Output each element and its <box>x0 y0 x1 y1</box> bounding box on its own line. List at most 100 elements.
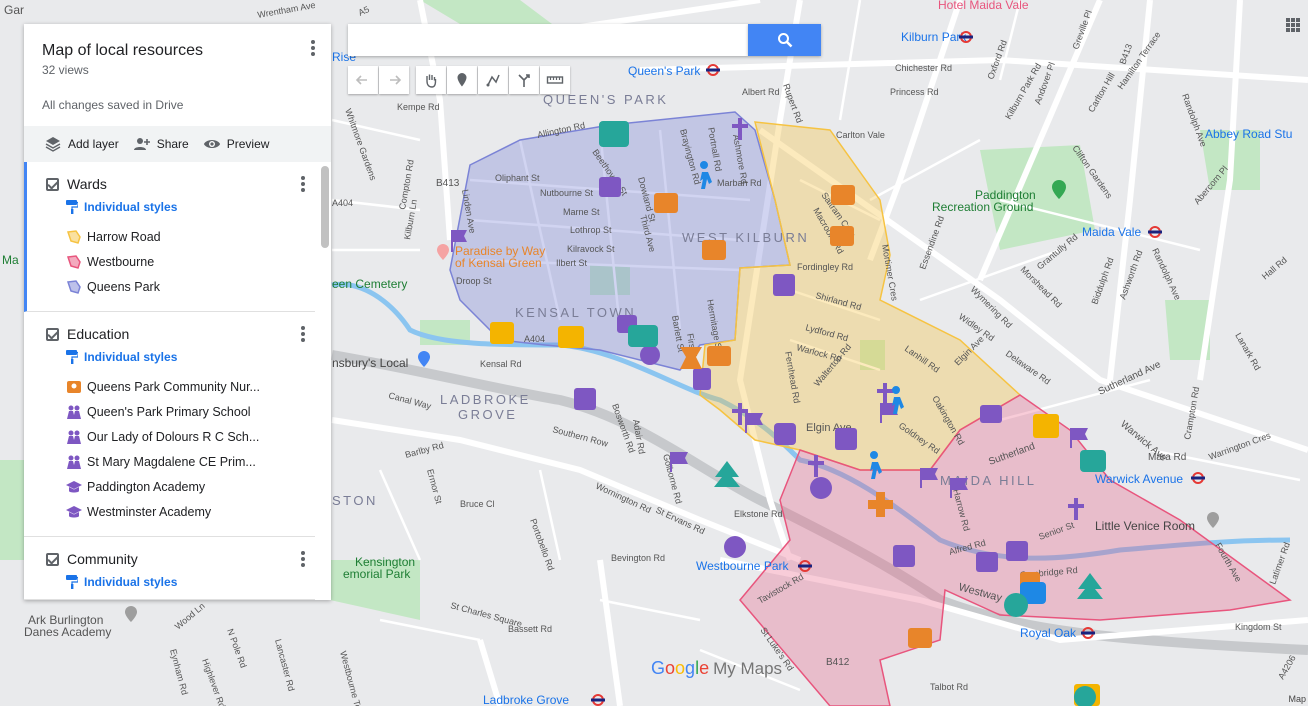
nursery-icon <box>908 628 932 648</box>
graduation-cap-icon <box>66 505 82 517</box>
logo-letter: o <box>675 658 686 678</box>
directions-icon <box>518 74 530 87</box>
road-label: Marban Rd <box>717 178 762 188</box>
road-label: Talbot Rd <box>930 682 968 692</box>
layer-name[interactable]: Education <box>67 326 129 342</box>
list-item[interactable]: Queens Park <box>46 274 315 299</box>
layer-options-menu-icon[interactable] <box>297 176 309 196</box>
individual-styles-label: Individual styles <box>84 575 178 589</box>
list-item[interactable]: Harrow Road <box>46 224 315 249</box>
place-label: Hotel Maida Vale <box>938 0 1029 12</box>
undo-icon <box>355 75 367 85</box>
layer-name[interactable]: Community <box>67 551 138 567</box>
place-label: Ma <box>2 253 19 267</box>
pan-tool-button[interactable] <box>416 66 446 94</box>
book-icon <box>558 326 584 348</box>
nursery-icon <box>707 346 731 366</box>
list-item[interactable]: Westbourne <box>46 249 315 274</box>
road-label: Oliphant St <box>495 173 540 183</box>
layer-education: Education Individual styles Queens Park … <box>24 312 315 537</box>
draw-line-button[interactable] <box>478 66 508 94</box>
map-title[interactable]: Map of local resources <box>42 42 313 60</box>
nursery-icon <box>654 193 678 213</box>
individual-styles-label: Individual styles <box>84 350 178 364</box>
search-button[interactable] <box>748 24 821 56</box>
layer-visibility-checkbox[interactable] <box>46 327 59 341</box>
list-item[interactable]: Our Lady of Dolours R C Sch... <box>46 424 315 449</box>
list-item[interactable]: Queen's Park Primary School <box>46 399 315 424</box>
share-button[interactable]: Share <box>133 135 189 153</box>
children-icon <box>1006 541 1028 561</box>
redo-icon <box>390 75 402 85</box>
layer-name[interactable]: Wards <box>67 176 107 192</box>
road-label: Albert Rd <box>742 87 780 97</box>
road-label: B412 <box>826 657 850 668</box>
grid-icon[interactable] <box>1286 18 1300 32</box>
children-icon <box>693 368 711 390</box>
item-label: Westminster Academy <box>87 504 212 519</box>
add-person-icon <box>133 138 150 150</box>
place-label: een Cemetery <box>332 277 407 291</box>
individual-styles-link[interactable]: Individual styles <box>66 575 315 589</box>
paint-roller-icon <box>66 350 78 364</box>
layer-options-menu-icon[interactable] <box>297 551 309 571</box>
map-options-menu-icon[interactable] <box>307 40 319 60</box>
place-label: Gar <box>4 3 24 17</box>
community-icon <box>599 121 629 147</box>
children-icon <box>67 430 81 444</box>
place-label: of Kensal Green <box>455 256 542 270</box>
road-label: Kensal Rd <box>480 359 522 369</box>
add-marker-button[interactable] <box>447 66 477 94</box>
place-label: nsbury's Local <box>332 356 408 370</box>
road-label: Droop St <box>456 276 492 286</box>
redo-button[interactable] <box>379 66 409 94</box>
list-item[interactable]: Queens Park Community Nur... <box>46 374 315 399</box>
palette-icon <box>810 477 832 499</box>
layer-visibility-checkbox[interactable] <box>46 552 59 566</box>
panel-toolbar: Add layer Share Preview <box>24 126 331 162</box>
road-label: B413 <box>436 178 460 189</box>
nursery-icon <box>830 226 854 246</box>
polygon-icon <box>66 279 81 294</box>
google-my-maps-logo: Google My Maps <box>651 658 782 679</box>
item-label: Queen's Park Primary School <box>87 404 251 419</box>
children-icon <box>67 455 81 469</box>
community-icon <box>628 325 658 347</box>
layer-options-menu-icon[interactable] <box>297 326 309 346</box>
layer-visibility-checkbox[interactable] <box>46 177 59 191</box>
logo-letter: g <box>685 658 696 678</box>
road-label: Lothrop St <box>570 225 612 235</box>
layers-icon <box>45 137 61 152</box>
individual-styles-link[interactable]: Individual styles <box>66 350 315 364</box>
save-status: All changes saved in Drive <box>42 98 184 112</box>
list-item[interactable]: Paddington Academy <box>46 474 315 499</box>
place-label: Warwick Avenue <box>1095 472 1183 486</box>
road-label: Chichester Rd <box>895 63 952 73</box>
add-layer-label: Add layer <box>68 137 119 151</box>
search-input[interactable] <box>348 24 748 56</box>
map-attribution[interactable]: Map <box>1288 694 1306 704</box>
area-label: STON <box>332 493 378 508</box>
list-item[interactable]: St Mary Magdalene CE Prim... <box>46 449 315 474</box>
preview-button[interactable]: Preview <box>203 135 269 153</box>
layers-list: Wards Individual styles Harrow Road West… <box>24 162 331 600</box>
area-label: WEST KILBURN <box>682 230 809 245</box>
measure-button[interactable] <box>540 66 570 94</box>
layers-scrollbar[interactable] <box>321 166 329 248</box>
nursery-icon <box>831 185 855 205</box>
road-label: Ilbert St <box>556 258 588 268</box>
road-label: Fordingley Rd <box>797 262 853 272</box>
undo-button[interactable] <box>348 66 378 94</box>
dice-icon <box>774 423 796 445</box>
search-icon <box>777 33 792 48</box>
item-label: St Mary Magdalene CE Prim... <box>87 454 256 469</box>
children-icon <box>599 177 621 197</box>
directions-button[interactable] <box>509 66 539 94</box>
individual-styles-link[interactable]: Individual styles <box>66 200 315 214</box>
list-item[interactable]: Westminster Academy <box>46 499 315 524</box>
add-layer-button[interactable]: Add layer <box>44 135 119 153</box>
item-label: Queens Park <box>87 279 160 294</box>
community-centre-icon <box>574 388 596 410</box>
place-label: Westbourne Park <box>696 559 789 573</box>
nursery-icon <box>67 380 81 393</box>
